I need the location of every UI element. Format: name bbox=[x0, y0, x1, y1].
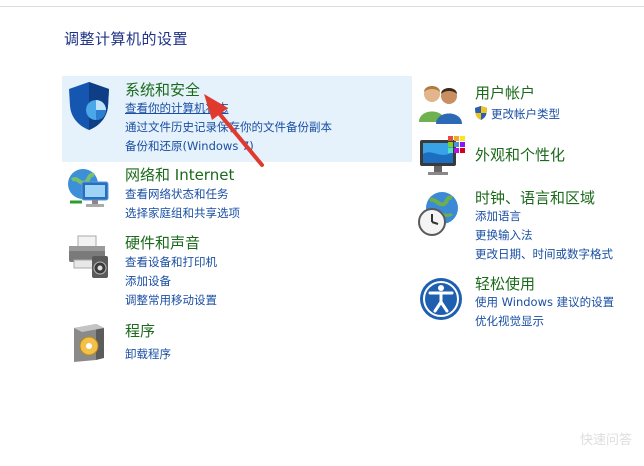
category-clock-region-title[interactable]: 时钟、语言和区域 bbox=[475, 187, 595, 208]
link-mobility-settings[interactable]: 调整常用移动设置 bbox=[125, 292, 217, 308]
category-programs-title[interactable]: 程序 bbox=[125, 320, 155, 341]
annotation-arrow bbox=[204, 94, 264, 167]
link-devices-printers[interactable]: 查看设备和打印机 bbox=[125, 254, 217, 270]
programs-icon[interactable] bbox=[70, 320, 110, 364]
category-ease-of-access-title[interactable]: 轻松使用 bbox=[475, 273, 535, 294]
page-title: 调整计算机的设置 bbox=[64, 30, 189, 48]
link-homegroup-sharing[interactable]: 选择家庭组和共享选项 bbox=[125, 205, 240, 221]
link-file-history-backup[interactable]: 通过文件历史记录保存你的文件备份副本 bbox=[125, 119, 332, 135]
category-hardware-sound-title[interactable]: 硬件和声音 bbox=[125, 232, 200, 253]
category-network-title[interactable]: 网络和 Internet bbox=[125, 164, 234, 185]
shield-icon[interactable] bbox=[66, 80, 112, 132]
link-optimize-visual-display[interactable]: 优化视觉显示 bbox=[475, 313, 544, 329]
monitor-icon[interactable] bbox=[418, 134, 466, 180]
link-change-input-method[interactable]: 更换输入法 bbox=[475, 227, 533, 243]
link-backup-restore[interactable]: 备份和还原(Windows 7) bbox=[125, 138, 254, 154]
printer-icon[interactable] bbox=[66, 234, 112, 280]
link-uninstall-program[interactable]: 卸载程序 bbox=[125, 346, 171, 362]
link-add-language[interactable]: 添加语言 bbox=[475, 208, 521, 224]
category-system-security-title[interactable]: 系统和安全 bbox=[125, 79, 200, 100]
link-view-computer-status[interactable]: 查看你的计算机状态 bbox=[125, 100, 229, 116]
link-windows-recommended-settings[interactable]: 使用 Windows 建议的设置 bbox=[475, 294, 614, 310]
users-icon[interactable] bbox=[418, 82, 464, 124]
link-add-device[interactable]: 添加设备 bbox=[125, 273, 171, 289]
link-change-date-time-format[interactable]: 更改日期、时间或数字格式 bbox=[475, 246, 613, 262]
network-icon[interactable] bbox=[66, 166, 112, 212]
uac-shield-icon bbox=[475, 106, 487, 120]
category-appearance-title[interactable]: 外观和个性化 bbox=[475, 144, 565, 165]
link-change-account-type[interactable]: 更改帐户类型 bbox=[491, 106, 560, 122]
top-divider bbox=[0, 6, 644, 7]
watermark: 快速问答 bbox=[579, 433, 632, 448]
clock-globe-icon[interactable] bbox=[416, 190, 462, 238]
ease-of-access-icon[interactable] bbox=[418, 276, 464, 322]
link-network-status[interactable]: 查看网络状态和任务 bbox=[125, 186, 229, 202]
category-user-accounts-title[interactable]: 用户帐户 bbox=[475, 82, 535, 103]
